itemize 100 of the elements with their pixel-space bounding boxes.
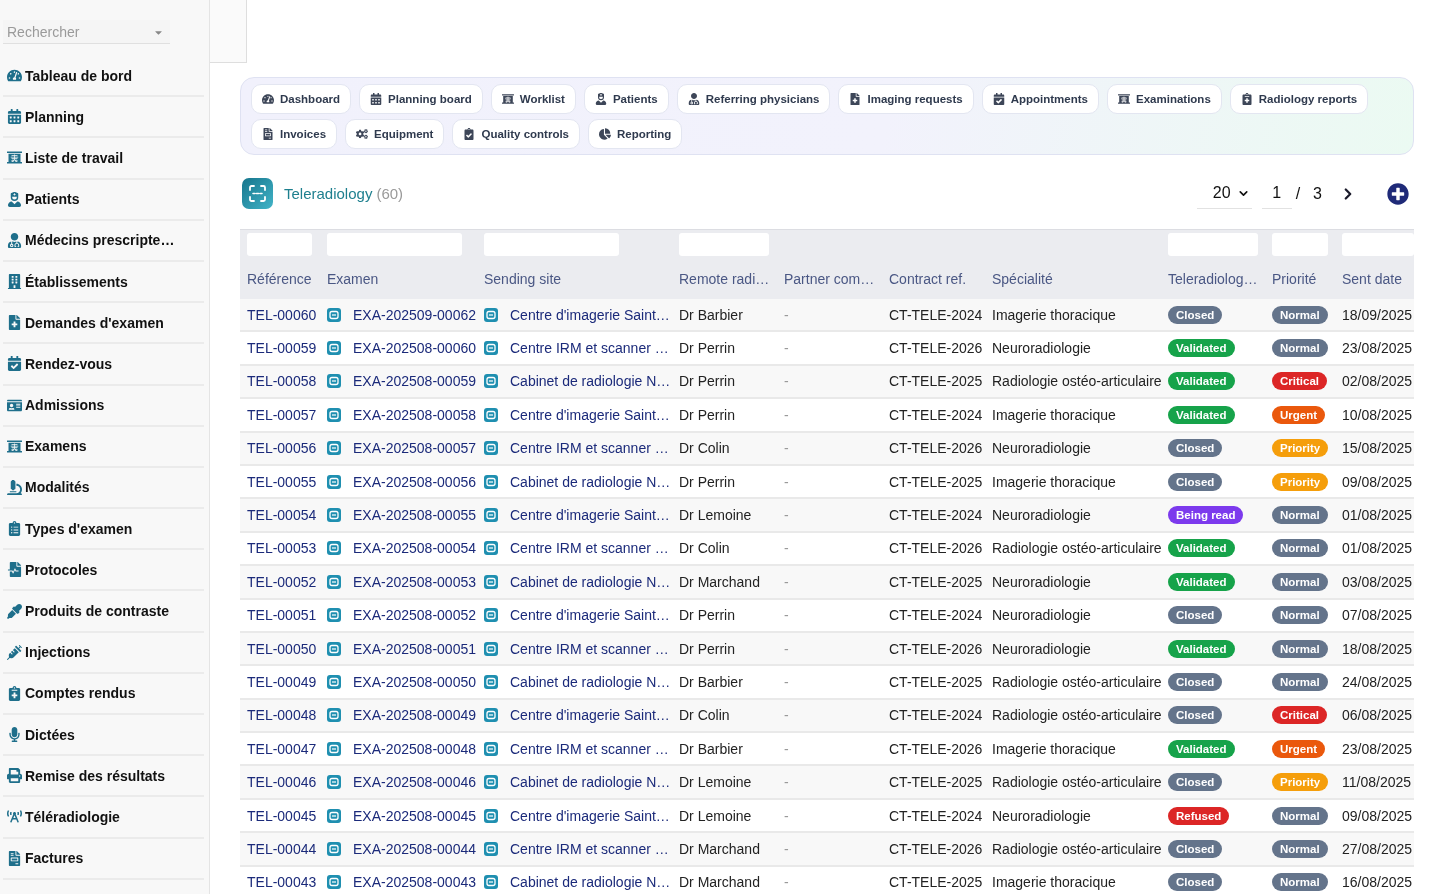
sidebar-item[interactable]: Remise des résultats [3,756,204,798]
sending-site-link[interactable]: Centre d'imagerie Saint… [510,707,670,724]
reference-link[interactable]: TEL-00052 [247,573,317,590]
exam-link[interactable]: EXA-202508-00049 [353,707,476,724]
sending-site-link[interactable]: Cabinet de radiologie N… [510,473,671,490]
reference-link[interactable]: TEL-00054 [247,507,317,524]
nav-tab[interactable]: Referring physicians [676,84,831,114]
exam-link[interactable]: EXA-202508-00057 [353,440,476,457]
sent-date: 23/08/2025 [1342,340,1413,357]
radiologist-name: Dr Perrin [679,406,735,423]
sending-site-link[interactable]: Centre d'imagerie Saint… [510,607,670,624]
sending-site-link[interactable]: Centre d'imagerie Saint… [510,507,670,524]
sidebar-item[interactable]: Injections [3,632,204,674]
exam-link[interactable]: EXA-202508-00048 [353,740,476,757]
priority-badge: Priority [1272,773,1329,792]
nav-tab[interactable]: Reporting [588,119,683,149]
sidebar-item[interactable]: Protocoles [3,550,204,592]
nav-tab[interactable]: Examinations [1107,84,1222,114]
sent-date: 23/08/2025 [1342,740,1413,757]
reference-link[interactable]: TEL-00053 [247,540,317,557]
microscope-icon [7,479,22,495]
sidebar-item[interactable]: Admissions [3,385,204,427]
reference-link[interactable]: TEL-00046 [247,774,317,791]
nav-tab[interactable]: Worklist [490,84,576,114]
reference-link[interactable]: TEL-00058 [247,373,317,390]
radiologist-name: Dr Perrin [679,373,735,390]
exam-link[interactable]: EXA-202508-00045 [353,807,476,824]
sidebar-item[interactable]: Demandes d'examen [3,303,204,345]
sidebar-item[interactable]: Examens [3,426,204,468]
sidebar-item[interactable]: Produits de contraste [3,591,204,633]
nav-tab[interactable]: Quality controls [452,119,580,149]
reference-link[interactable]: TEL-00047 [247,740,317,757]
nav-tab[interactable]: Radiology reports [1229,84,1369,114]
sidebar-item[interactable]: Factures [3,838,204,880]
reference-link[interactable]: TEL-00060 [247,306,317,323]
exam-link[interactable]: EXA-202508-00050 [353,674,476,690]
exam-link[interactable]: EXA-202508-00052 [353,607,476,624]
nurse-icon [594,93,607,105]
add-button[interactable] [1387,182,1409,205]
sending-site-link[interactable]: Centre d'imagerie Saint… [510,306,670,323]
nav-tab[interactable]: Planning board [359,84,483,114]
exam-link[interactable]: EXA-202508-00046 [353,774,476,791]
nav-tab[interactable]: Patients [583,84,669,114]
nav-tab[interactable]: Invoices [251,119,338,149]
sidebar-item[interactable]: Téléradiologie [3,797,204,839]
exam-link[interactable]: EXA-202508-00054 [353,540,476,557]
exam-link[interactable]: EXA-202508-00044 [353,840,476,857]
sidebar-item[interactable]: Types d'examen [3,509,204,551]
sending-site-link[interactable]: Centre d'imagerie Saint… [510,406,670,423]
sending-site-link[interactable]: Cabinet de radiologie N… [510,874,671,891]
sidebar-item[interactable]: Modalités [3,467,204,510]
sidebar-item[interactable]: Patients [3,179,204,221]
broadcast-tower-icon [7,809,22,825]
reference-link[interactable]: TEL-00056 [247,440,317,457]
page-size-select[interactable]: 20 [1196,178,1252,209]
sending-site-link[interactable]: Cabinet de radiologie N… [510,373,671,390]
page-input[interactable]: 1 [1261,178,1292,209]
sending-site-link[interactable]: Cabinet de radiologie N… [510,774,671,791]
exam-link[interactable]: EXA-202508-00055 [353,507,476,524]
reference-link[interactable]: TEL-00057 [247,406,317,423]
exam-link[interactable]: EXA-202508-00051 [353,640,476,657]
reference-link[interactable]: TEL-00049 [247,674,317,690]
sidebar-item[interactable]: Établissements [3,261,204,304]
sending-site-link[interactable]: Cabinet de radiologie N… [510,573,671,590]
priority-badge: Normal [1272,539,1328,558]
nav-tab[interactable]: Equipment [345,119,445,149]
nav-tab[interactable]: Imaging requests [838,84,974,114]
reference-link[interactable]: TEL-00045 [247,807,317,824]
sidebar-item[interactable]: Rendez-vous [3,344,204,386]
sending-site-link[interactable]: Centre IRM et scanner … [510,340,669,357]
exam-link[interactable]: EXA-202508-00056 [353,473,476,490]
exam-link[interactable]: EXA-202508-00059 [353,373,476,390]
sidebar-item[interactable]: Comptes rendus [3,673,204,715]
sending-site-link[interactable]: Centre IRM et scanner … [510,640,669,657]
nav-tab[interactable]: Dashboard [251,84,352,114]
exam-link[interactable]: EXA-202508-00060 [353,340,476,357]
sidebar-item[interactable]: Dictées [3,715,204,757]
reference-link[interactable]: TEL-00044 [247,840,317,857]
exam-link[interactable]: EXA-202509-00062 [353,306,476,323]
exam-link[interactable]: EXA-202508-00058 [353,406,476,423]
sending-site-link[interactable]: Centre IRM et scanner … [510,540,669,557]
sending-site-link[interactable]: Centre IRM et scanner … [510,740,669,757]
reference-link[interactable]: TEL-00048 [247,707,317,724]
sending-site-link[interactable]: Centre IRM et scanner … [510,440,669,457]
sent-date: 06/08/2025 [1342,707,1413,724]
reference-link[interactable]: TEL-00055 [247,473,317,490]
exam-link[interactable]: EXA-202508-00053 [353,573,476,590]
reference-link[interactable]: TEL-00051 [247,607,317,624]
exam-link[interactable]: EXA-202508-00043 [353,874,476,891]
nav-tab[interactable]: Appointments [981,84,1099,114]
reference-link[interactable]: TEL-00043 [247,874,317,891]
sidebar-item[interactable]: Planning [3,97,204,139]
reference-link[interactable]: TEL-00050 [247,640,317,657]
sending-site-link[interactable]: Cabinet de radiologie N… [510,674,671,690]
sending-site-link[interactable]: Centre d'imagerie Saint… [510,807,670,824]
sidebar-item[interactable]: Liste de travail [3,138,204,180]
sending-site-link[interactable]: Centre IRM et scanner … [510,840,669,857]
sidebar-item[interactable]: Tableau de bord [3,56,204,98]
reference-link[interactable]: TEL-00059 [247,340,317,357]
sidebar-item[interactable]: Médecins prescripte… [3,220,204,262]
